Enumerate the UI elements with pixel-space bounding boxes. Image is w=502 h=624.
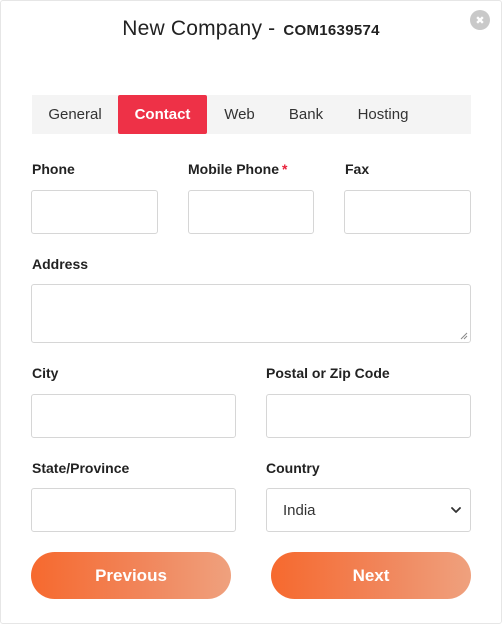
tab-contact[interactable]: Contact <box>118 95 207 134</box>
phone-label: Phone <box>32 161 75 177</box>
modal-title: New Company - COM1639574 <box>122 17 380 40</box>
modal-title-text: New Company - <box>122 17 276 40</box>
postal-code-input[interactable] <box>267 395 470 437</box>
address-textarea[interactable] <box>31 284 471 343</box>
country-selected-value: India <box>283 501 316 519</box>
tab-web[interactable]: Web <box>207 95 272 134</box>
city-field <box>31 394 236 438</box>
tab-bank[interactable]: Bank <box>272 95 340 134</box>
city-input[interactable] <box>32 395 235 437</box>
country-label: Country <box>266 460 320 476</box>
resize-grip-icon[interactable] <box>460 332 468 340</box>
new-company-modal: New Company - COM1639574 ✖ General Contac… <box>0 0 502 624</box>
address-label: Address <box>32 256 89 272</box>
tab-general[interactable]: General <box>32 95 118 134</box>
next-button[interactable]: Next <box>271 552 471 599</box>
close-button[interactable]: ✖ <box>470 10 490 30</box>
postal-code-label: Postal or Zip Code <box>266 365 390 381</box>
tab-bar: General Contact Web Bank Hosting <box>32 95 471 134</box>
tab-hosting[interactable]: Hosting <box>340 95 426 134</box>
fax-label: Fax <box>345 161 370 177</box>
mobile-phone-input[interactable] <box>189 191 313 233</box>
fax-input[interactable] <box>345 191 470 233</box>
state-label: State/Province <box>32 460 130 476</box>
chevron-down-icon <box>451 507 461 513</box>
modal-header: New Company - COM1639574 <box>1 17 501 41</box>
mobile-phone-label: Mobile Phone * <box>188 161 287 177</box>
phone-field <box>31 190 158 234</box>
state-input[interactable] <box>32 489 235 531</box>
previous-button[interactable]: Previous <box>31 552 231 599</box>
postal-code-field <box>266 394 471 438</box>
state-field <box>31 488 236 532</box>
mobile-phone-label-text: Mobile Phone <box>188 161 279 177</box>
city-label: City <box>32 365 59 381</box>
country-select[interactable]: India <box>266 488 471 532</box>
required-marker: * <box>282 161 288 177</box>
phone-input[interactable] <box>32 191 157 233</box>
mobile-phone-field <box>188 190 314 234</box>
company-code: COM1639574 <box>283 22 380 39</box>
fax-field <box>344 190 471 234</box>
close-icon: ✖ <box>475 13 485 27</box>
